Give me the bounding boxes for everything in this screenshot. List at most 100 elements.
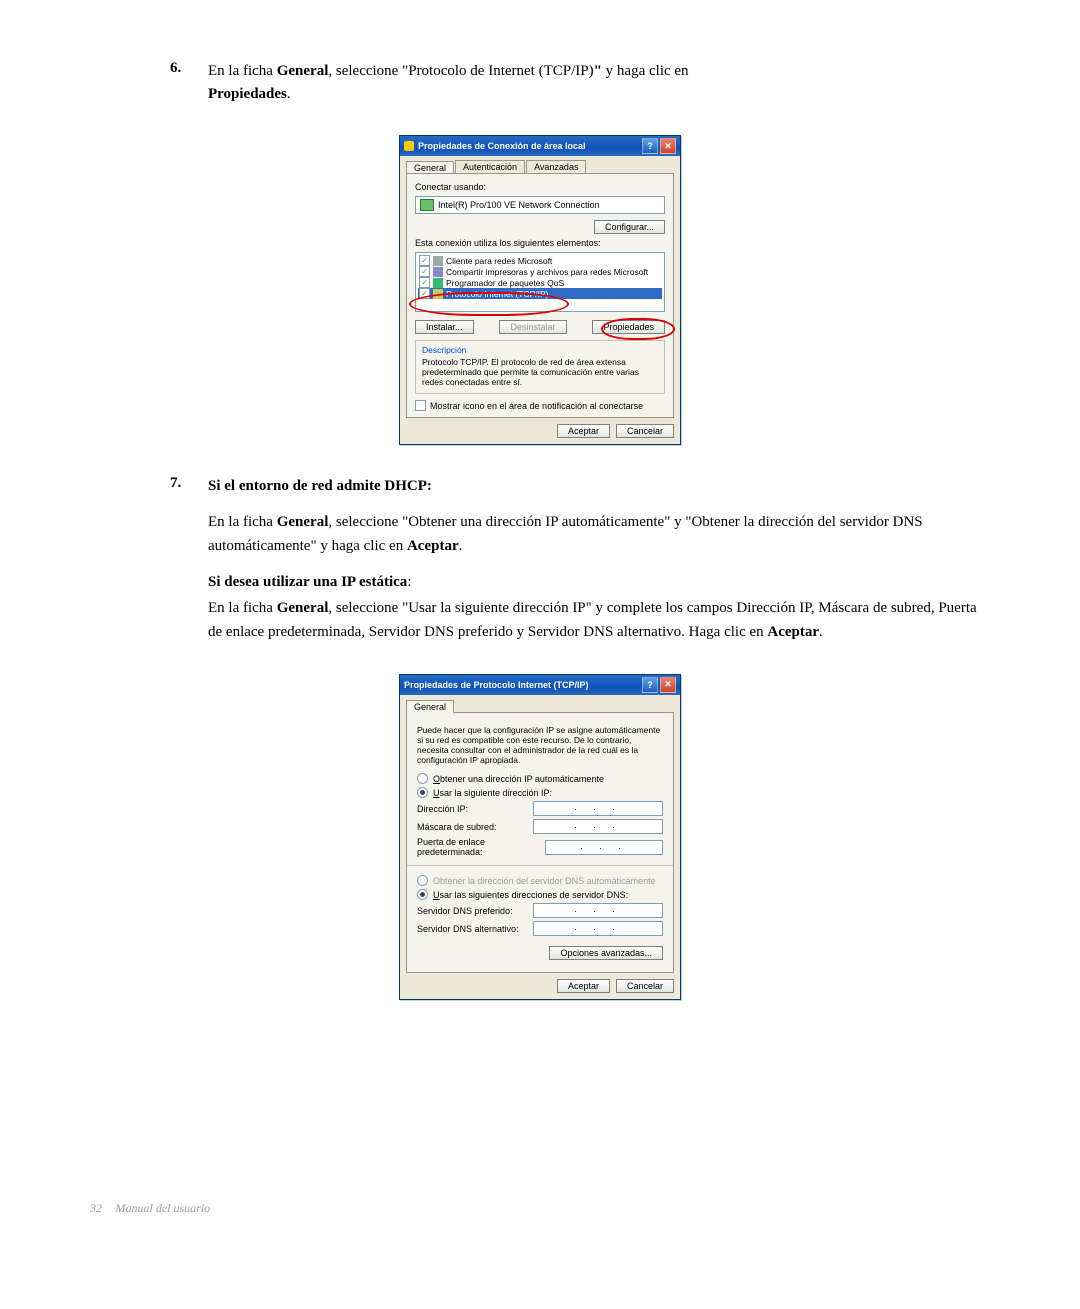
- dialog2-tabs: General: [400, 695, 680, 712]
- dns2-input[interactable]: . . .: [533, 921, 663, 936]
- dns-section: Obtener la dirección del servidor DNS au…: [407, 865, 673, 936]
- p2-bold: General: [277, 600, 329, 616]
- radio-static-dns-label: Usar las siguientes direcciones de servi…: [433, 890, 628, 900]
- radio-auto-dns: [417, 875, 428, 886]
- dialog2-intro: Puede hacer que la configuración IP se a…: [417, 725, 663, 766]
- footer-label-text: Manual del usuario: [116, 1201, 211, 1215]
- gateway-input[interactable]: . . .: [545, 840, 663, 855]
- red-annotation-circle2: [601, 318, 675, 340]
- nic-field: Intel(R) Pro/100 VE Network Connection: [415, 196, 665, 214]
- s6-period: .: [287, 86, 291, 102]
- p2-bold2: Aceptar: [767, 624, 819, 640]
- ip-label: Dirección IP:: [417, 804, 468, 814]
- step-6-number: 6.: [170, 60, 190, 77]
- radio-auto-ip[interactable]: [417, 773, 428, 784]
- checkbox-icon[interactable]: ✓: [419, 277, 430, 288]
- lan-properties-dialog: Propiedades de Conexión de área local ? …: [399, 135, 681, 445]
- dns1-input[interactable]: . . .: [533, 903, 663, 918]
- step-6: 6. En la ficha General, seleccione "Prot…: [170, 60, 990, 105]
- qos-icon: [433, 278, 443, 288]
- cancel-button[interactable]: Cancelar: [616, 424, 674, 438]
- p1-bold2: Aceptar: [407, 538, 459, 554]
- mask-input[interactable]: . . .: [533, 819, 663, 834]
- p1-a: En la ficha: [208, 514, 277, 530]
- s6-bold1: General: [277, 63, 329, 79]
- checkbox-icon[interactable]: ✓: [419, 266, 430, 277]
- dns1-label: Servidor DNS preferido:: [417, 906, 513, 916]
- dialog1-panel: Conectar usando: Intel(R) Pro/100 VE Net…: [406, 173, 674, 418]
- help-icon[interactable]: ?: [642, 138, 658, 154]
- s6-bq: ": [594, 63, 602, 79]
- ip-input[interactable]: . . .: [533, 801, 663, 816]
- list-item-label: Compartir impresoras y archivos para red…: [446, 267, 648, 277]
- s6-bold2: Propiedades: [208, 86, 287, 102]
- dialog2-titlebar: Propiedades de Protocolo Internet (TCP/I…: [400, 675, 680, 695]
- cancel-button-2[interactable]: Cancelar: [616, 979, 674, 993]
- tab-adv[interactable]: Avanzadas: [526, 160, 586, 173]
- close-icon[interactable]: ✕: [660, 677, 676, 693]
- description-fieldset: Descripción Protocolo TCP/IP. El protoco…: [415, 340, 665, 394]
- list-item[interactable]: ✓ Compartir impresoras y archivos para r…: [418, 266, 662, 277]
- page-footer: 32 Manual del usuario: [90, 1200, 990, 1217]
- close-icon[interactable]: ✕: [660, 138, 676, 154]
- help-icon[interactable]: ?: [642, 677, 658, 693]
- step-7-heading1: Si el entorno de red admite DHCP:: [208, 475, 990, 498]
- p1-bold: General: [277, 514, 329, 530]
- dialog2-title: Propiedades de Protocolo Internet (TCP/I…: [404, 680, 589, 690]
- dialog1-wrap: Propiedades de Conexión de área local ? …: [90, 135, 990, 445]
- ok-button-2[interactable]: Aceptar: [557, 979, 610, 993]
- page-number: 32: [90, 1201, 102, 1215]
- p1-c: .: [459, 538, 463, 554]
- dialog2-buttonbar: Aceptar Cancelar: [400, 979, 680, 999]
- description-text: Protocolo TCP/IP. El protocolo de red de…: [422, 357, 658, 387]
- mask-label: Máscara de subred:: [417, 822, 497, 832]
- share-icon: [433, 267, 443, 277]
- step-7: 7. Si el entorno de red admite DHCP: En …: [170, 475, 990, 644]
- install-button[interactable]: Instalar...: [415, 320, 474, 334]
- p2-a: En la ficha: [208, 600, 277, 616]
- ok-button[interactable]: Aceptar: [557, 424, 610, 438]
- footer-label: [106, 1201, 112, 1215]
- dialog1-titlebar: Propiedades de Conexión de área local ? …: [400, 136, 680, 156]
- static-heading-colon: :: [407, 574, 411, 590]
- list-item[interactable]: ✓ Cliente para redes Microsoft: [418, 255, 662, 266]
- checkbox-icon[interactable]: ✓: [419, 255, 430, 266]
- radio-static-ip-label: Usar la siguiente dirección IP:: [433, 788, 552, 798]
- window-buttons: ? ✕: [642, 677, 676, 693]
- dialog1-tabs: General Autenticación Avanzadas: [400, 156, 680, 173]
- red-annotation-circle: [409, 292, 569, 316]
- dialog2-panel: Puede hacer que la configuración IP se a…: [406, 712, 674, 974]
- s6-c: y haga clic en: [602, 63, 689, 79]
- connect-using-label: Conectar usando:: [415, 182, 665, 192]
- notify-label: Mostrar icono en el área de notificación…: [430, 401, 643, 411]
- uses-elements-label: Esta conexión utiliza los siguientes ele…: [415, 238, 665, 248]
- configure-button[interactable]: Configurar...: [594, 220, 665, 234]
- nic-name: Intel(R) Pro/100 VE Network Connection: [438, 200, 600, 210]
- network-icon: [404, 141, 414, 151]
- radio-static-ip[interactable]: [417, 787, 428, 798]
- checkbox-icon[interactable]: ✓: [415, 400, 426, 411]
- tab-auth[interactable]: Autenticación: [455, 160, 525, 173]
- tcpip-properties-dialog: Propiedades de Protocolo Internet (TCP/I…: [399, 674, 681, 1001]
- dialog2-titlebar-left: Propiedades de Protocolo Internet (TCP/I…: [404, 680, 589, 690]
- gateway-label: Puerta de enlace predeterminada:: [417, 837, 539, 857]
- step-7-number: 7.: [170, 475, 190, 492]
- notify-checkbox-line[interactable]: ✓ Mostrar icono en el área de notificaci…: [415, 400, 665, 411]
- step-7-heading2: Si desea utilizar una IP estática:: [208, 570, 990, 594]
- list-item-label: Programador de paquetes QoS: [446, 278, 564, 288]
- s6-a: En la ficha: [208, 63, 277, 79]
- radio-auto-dns-label: Obtener la dirección del servidor DNS au…: [433, 876, 656, 886]
- list-item-label: Cliente para redes Microsoft: [446, 256, 552, 266]
- radio-static-dns[interactable]: [417, 889, 428, 900]
- window-buttons: ? ✕: [642, 138, 676, 154]
- dialog2-wrap: Propiedades de Protocolo Internet (TCP/I…: [90, 674, 990, 1001]
- dialog1-buttonbar: Aceptar Cancelar: [400, 424, 680, 444]
- dns2-label: Servidor DNS alternativo:: [417, 924, 519, 934]
- tab-general-2[interactable]: General: [406, 700, 454, 713]
- list-item[interactable]: ✓ Programador de paquetes QoS: [418, 277, 662, 288]
- dialog1-title: Propiedades de Conexión de área local: [418, 141, 586, 151]
- p2-c: .: [819, 624, 823, 640]
- advanced-button[interactable]: Opciones avanzadas...: [549, 946, 663, 960]
- s6-b: , seleccione "Protocolo de Internet (TCP…: [328, 63, 593, 79]
- step-6-text: En la ficha General, seleccione "Protoco…: [208, 60, 990, 105]
